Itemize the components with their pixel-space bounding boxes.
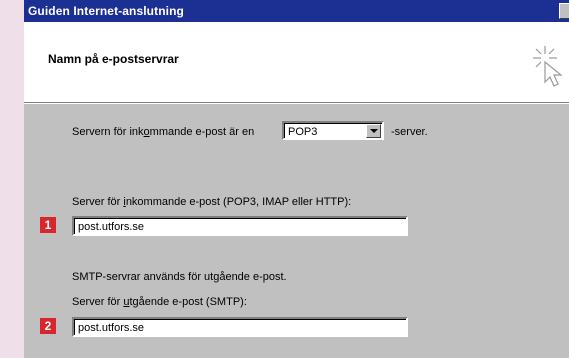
- close-button[interactable]: [559, 3, 569, 19]
- outgoing-server-input[interactable]: post.utfors.se: [72, 317, 408, 337]
- incoming-server-type-select[interactable]: POP3: [282, 121, 384, 140]
- incoming-server-input[interactable]: post.utfors.se: [72, 216, 408, 236]
- incoming-server-label: Server för inkommande e-post (POP3, IMAP…: [72, 196, 352, 208]
- page-heading: Namn på e-postservrar: [48, 52, 179, 66]
- wizard-cursor-icon: [533, 46, 563, 87]
- callout-badge-2: 2: [40, 318, 56, 334]
- chevron-down-icon[interactable]: [366, 124, 381, 138]
- server-suffix-label: -server.: [391, 126, 428, 138]
- incoming-type-label: Servern för inkommande e-post är en: [72, 126, 255, 138]
- select-value: POP3: [288, 126, 318, 138]
- wizard-header: Namn på e-postservrar: [24, 22, 569, 103]
- title-bar[interactable]: Guiden Internet-anslutning: [24, 0, 569, 22]
- wizard-window: Guiden Internet-anslutning Namn på e-pos…: [24, 0, 569, 358]
- outgoing-server-label: Server för utgående e-post (SMTP):: [72, 296, 247, 308]
- callout-badge-1: 1: [40, 217, 56, 233]
- window-title: Guiden Internet-anslutning: [28, 4, 184, 18]
- smtp-info-text: SMTP-servrar används för utgående e-post…: [72, 271, 287, 283]
- header-divider: [24, 103, 569, 104]
